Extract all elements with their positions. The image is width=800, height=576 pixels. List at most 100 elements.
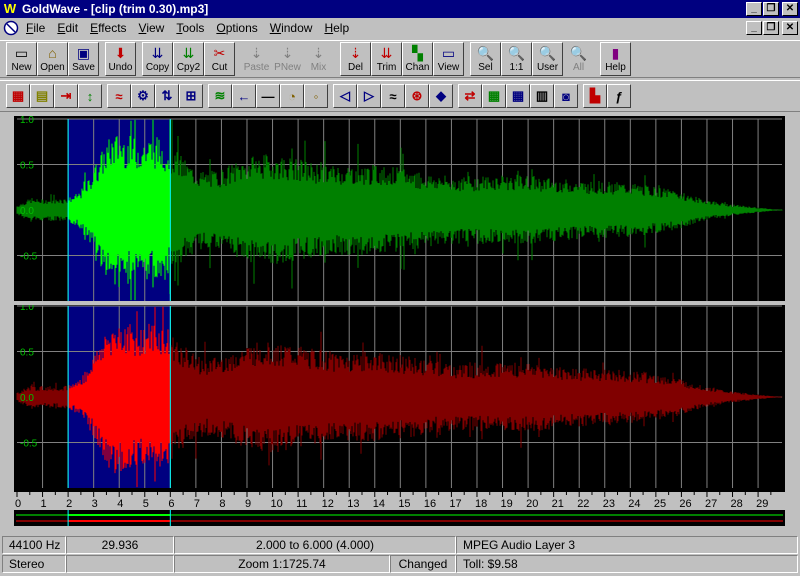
zoom-1to1-icon: 🔍: [507, 45, 526, 61]
paste-button[interactable]: ⇣ Paste: [241, 42, 272, 76]
spectrum-bars-effect-button[interactable]: ▥: [530, 84, 554, 108]
echo-icon: ≈: [115, 88, 123, 104]
dynamic-effect-button[interactable]: ◙: [554, 84, 578, 108]
resample-icon: ▷: [364, 88, 374, 103]
bandpass-effect-button[interactable]: ▦: [506, 84, 530, 108]
doc-minimize-button[interactable]: _: [746, 21, 762, 35]
toolbar-button-label: New: [11, 62, 32, 73]
pnew-button[interactable]: ⇣ PNew: [272, 42, 303, 76]
resample-effect-button[interactable]: ▷: [357, 84, 381, 108]
delete-icon: ⇣: [349, 45, 362, 61]
channel-divider: [14, 301, 785, 305]
marker-effect-button[interactable]: ▙: [583, 84, 607, 108]
x-tick-label: 3: [92, 498, 98, 510]
pitch-effect-button[interactable]: ◁: [333, 84, 357, 108]
paste-icon: ⇣: [250, 45, 263, 61]
invert-icon: ⊞: [185, 88, 197, 103]
spectrum-effect-button[interactable]: ▦: [6, 84, 30, 108]
waveform-display[interactable]: 1.00.50.0-0.51.00.50.0-0.50 1 2 3 4 5 6 7 8 9 10 11…: [0, 114, 800, 532]
copy-button[interactable]: ⇊ Copy: [142, 42, 173, 76]
waveform-panel[interactable]: 1.0 0.5 0.0 -0.5 1.0 0.5 0.0 -0.5 0 1 2 3 4 5 6 7 8 9 10 11…: [0, 114, 800, 532]
x-tick-label: 4: [117, 498, 123, 510]
all-button[interactable]: 🔍 All: [563, 42, 594, 76]
noise-effect-button[interactable]: ▤: [30, 84, 54, 108]
x-tick-label: 16: [424, 498, 436, 510]
del-button[interactable]: ⇣ Del: [340, 42, 371, 76]
trim-button[interactable]: ⇊ Trim: [371, 42, 402, 76]
menu-tools[interactable]: Tools: [170, 21, 210, 35]
reverse-effect-button[interactable]: —: [256, 84, 280, 108]
function-effect-button[interactable]: ƒ: [607, 84, 631, 108]
menu-bar: File Edit Effects View Tools Options Window Hel…: [0, 18, 800, 38]
flip-effect-button[interactable]: ⇅: [155, 84, 179, 108]
x-tick-label: 7: [194, 498, 200, 510]
toolbar-button-label: All: [572, 62, 585, 73]
toolbar-button-label: Save: [72, 62, 95, 73]
1-1-button[interactable]: 🔍 1:1: [501, 42, 532, 76]
save-button[interactable]: ▣ Save: [68, 42, 99, 76]
y-tick-label: 0.5: [20, 348, 34, 359]
toolbar-button-label: Chan: [405, 62, 430, 73]
menu-edit[interactable]: Edit: [51, 21, 84, 35]
offset-effect-button[interactable]: ←: [232, 84, 256, 108]
x-tick-label: 12: [322, 498, 334, 510]
spectrum-icon: ▦: [11, 88, 25, 103]
zoom-user-icon: 🔍: [538, 45, 557, 61]
offset-icon: ←: [237, 88, 251, 104]
restore-button[interactable]: ❐: [763, 2, 779, 16]
equalizer-gear-effect-button[interactable]: ⚙: [131, 84, 155, 108]
x-tick-label: 14: [373, 498, 385, 510]
overview-strip: [14, 510, 785, 526]
invert-effect-button[interactable]: ⊞: [179, 84, 203, 108]
y-tick-label: -0.5: [20, 252, 38, 263]
x-tick-label: 6: [168, 498, 174, 510]
zoom-all-icon: 🔍: [569, 45, 588, 61]
silence-icon: ◔: [288, 88, 296, 104]
transpose-icon: ⊛: [411, 88, 423, 103]
view-button[interactable]: ▭ View: [433, 42, 464, 76]
x-tick-label: 19: [501, 498, 513, 510]
undo-button[interactable]: ⬇ Undo: [105, 42, 136, 76]
x-tick-label: 2: [66, 498, 72, 510]
menu-file[interactable]: File: [20, 21, 51, 35]
sample-rate-cell: 44100 Hz: [2, 536, 66, 554]
undo-icon: ⬇: [114, 45, 127, 61]
volume-effect-button[interactable]: ↕: [78, 84, 102, 108]
playback-rate-effect-button[interactable]: ≈: [381, 84, 405, 108]
sel-button[interactable]: 🔍 Sel: [470, 42, 501, 76]
menu-effects[interactable]: Effects: [84, 21, 132, 35]
user-button[interactable]: 🔍 User: [532, 42, 563, 76]
cut-button[interactable]: ✂ Cut: [204, 42, 235, 76]
cpy2-button[interactable]: ⇊ Cpy2: [173, 42, 204, 76]
menu-window[interactable]: Window: [264, 21, 319, 35]
title-bar: W GoldWave - [clip (trim 0.30).mp3] _ ❐ …: [0, 0, 800, 18]
doc-close-button[interactable]: ✕: [782, 21, 798, 35]
menu-view[interactable]: View: [133, 21, 171, 35]
open-button[interactable]: ⌂ Open: [37, 42, 68, 76]
match-effect-button[interactable]: ⇄: [458, 84, 482, 108]
filter-effect-button[interactable]: ▦: [482, 84, 506, 108]
transpose-effect-button[interactable]: ⊛: [405, 84, 429, 108]
mechanize-effect-button[interactable]: ≋: [208, 84, 232, 108]
mix-button[interactable]: ⇣ Mix: [303, 42, 334, 76]
menu-options[interactable]: Options: [210, 21, 263, 35]
spectrum-bars-icon: ▥: [535, 88, 549, 103]
silence-effect-button[interactable]: ◔: [280, 84, 304, 108]
help-button[interactable]: ▮ Help: [600, 42, 631, 76]
document-system-icon[interactable]: [2, 20, 20, 36]
stereo-effect-button[interactable]: ◆: [429, 84, 453, 108]
minimize-button[interactable]: _: [746, 2, 762, 16]
new-button[interactable]: ▭ New: [6, 42, 37, 76]
marker-icon: ▙: [590, 88, 600, 103]
chan-button[interactable]: ▚ Chan: [402, 42, 433, 76]
close-button[interactable]: ✕: [782, 2, 798, 16]
channel-icon: ▚: [412, 45, 423, 61]
doppler-effect-button[interactable]: ⇥: [54, 84, 78, 108]
echo-effect-button[interactable]: ≈: [107, 84, 131, 108]
menu-help[interactable]: Help: [318, 21, 355, 35]
x-tick-label: 23: [603, 498, 615, 510]
toolbar-button-label: Sel: [478, 62, 493, 73]
function-icon: ƒ: [615, 88, 623, 104]
doc-restore-button[interactable]: ❐: [763, 21, 779, 35]
clock-effect-button[interactable]: ◦: [304, 84, 328, 108]
